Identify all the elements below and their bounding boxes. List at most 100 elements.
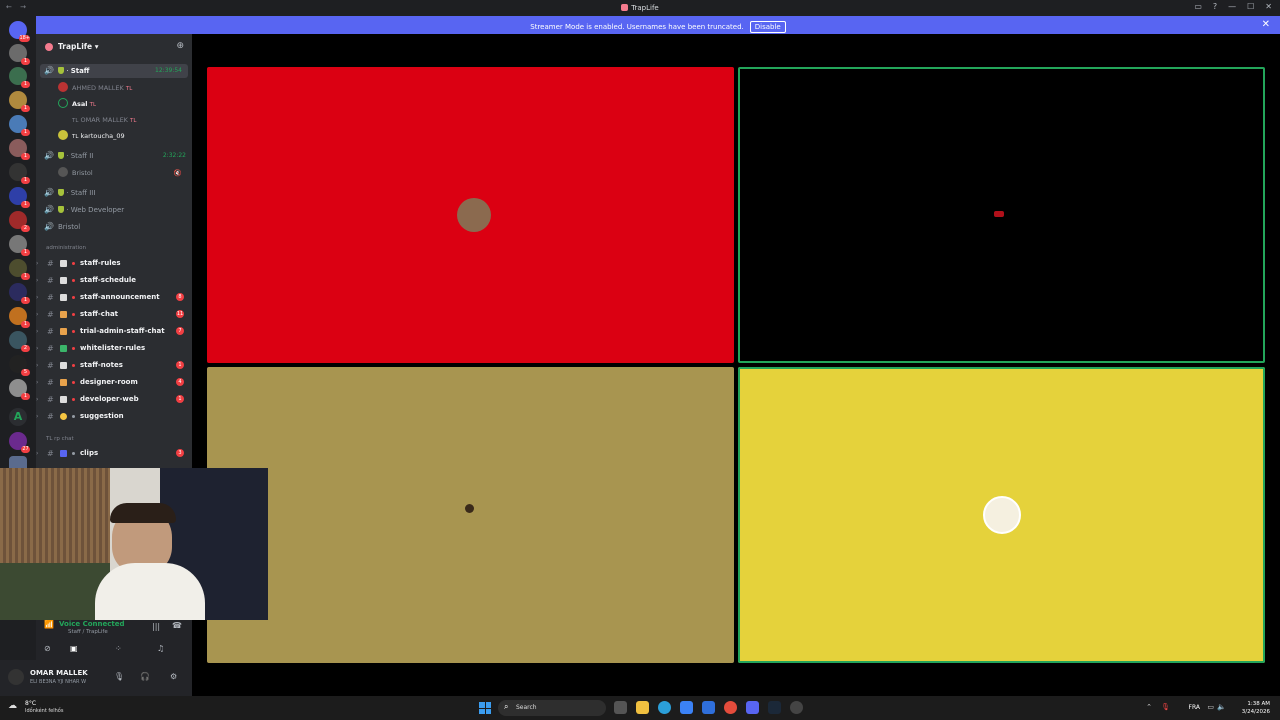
taskbar-search[interactable]: ⌕ Search <box>498 700 606 716</box>
app-icon[interactable] <box>790 701 803 714</box>
close-window-button[interactable]: ✕ <box>1265 2 1272 11</box>
category-rp-chat[interactable]: TL rp chat <box>46 436 74 442</box>
screen-share-icon[interactable]: ▣ <box>70 644 78 653</box>
help-icon[interactable]: ? <box>1213 2 1217 11</box>
text-channel[interactable]: › # staff-rules <box>36 255 192 272</box>
server-badge: 1 <box>21 249 30 256</box>
voice-member[interactable]: TL OMAR MALLEK TL <box>58 112 188 128</box>
headphones-icon[interactable]: 🎧 <box>140 672 150 681</box>
participant-tile[interactable] <box>207 67 734 363</box>
member-tag: TL <box>130 118 137 124</box>
hash-icon: # <box>47 395 54 404</box>
edge-icon[interactable] <box>658 701 671 714</box>
voice-member[interactable]: AHMED MALLEK TL <box>58 80 188 96</box>
voice-channel-web-developer[interactable]: 🔊 · Web Developer <box>36 203 192 217</box>
server-icon[interactable]: 1 <box>9 163 30 184</box>
server-icon[interactable]: 1 <box>9 379 30 400</box>
server-icon[interactable]: 2 <box>9 331 30 352</box>
server-icon[interactable]: 1 <box>9 187 30 208</box>
voice-channel-staff[interactable]: 🔊 · Staff 12:39:54 <box>40 64 188 78</box>
maximize-button[interactable]: ☐ <box>1247 2 1254 11</box>
avatar[interactable] <box>8 669 24 685</box>
text-channel[interactable]: › # staff-announcement 8 <box>36 289 192 306</box>
server-icon[interactable]: 27 <box>9 432 30 453</box>
add-member-icon[interactable]: ⊕ <box>176 41 184 51</box>
text-channel[interactable]: › # staff-chat 11 <box>36 306 192 323</box>
file-explorer-icon[interactable] <box>636 701 649 714</box>
server-icon[interactable]: 1 <box>9 259 30 280</box>
avatar <box>58 167 68 177</box>
chrome-icon[interactable] <box>724 701 737 714</box>
server-badge: 1 <box>21 273 30 280</box>
voice-status[interactable]: Voice Connected <box>59 620 125 628</box>
category-administration[interactable]: administration <box>46 245 86 251</box>
server-icon[interactable]: 1 <box>9 235 30 256</box>
disable-streamer-mode-button[interactable]: Disable <box>749 21 786 33</box>
server-icon-letter[interactable]: A <box>9 408 27 426</box>
username[interactable]: OMAR MALLEK <box>30 669 88 677</box>
disconnect-icon[interactable]: ☎ <box>172 621 182 630</box>
avatar <box>58 114 68 124</box>
task-view-icon[interactable] <box>614 701 627 714</box>
soundboard-icon[interactable]: ♫ <box>157 644 164 653</box>
chevron-up-icon[interactable]: ⌃ <box>1146 703 1152 711</box>
server-icon[interactable]: 2 <box>9 211 30 232</box>
steam-icon[interactable] <box>768 701 781 714</box>
voice-member[interactable]: Bristol 🔇 <box>58 165 188 181</box>
channel-name: suggestion <box>80 412 124 420</box>
hash-icon: # <box>47 449 54 458</box>
voice-channel-staff-ii[interactable]: 🔊 · Staff II 2:32:22 <box>36 149 192 163</box>
speaker-icon: 🔊 <box>44 188 54 197</box>
server-badge: 1 <box>21 58 30 65</box>
voice-member[interactable]: Asal TL <box>58 96 188 112</box>
text-channel[interactable]: › # trial-admin-staff-chat 7 <box>36 323 192 340</box>
text-channel[interactable]: › # staff-schedule <box>36 272 192 289</box>
server-icon[interactable]: 1 <box>9 44 30 65</box>
channel-name: clips <box>80 449 99 457</box>
language-indicator[interactable]: FRA <box>1189 704 1200 711</box>
text-channel[interactable]: › # suggestion <box>36 408 192 425</box>
voice-member[interactable]: TL kartoucha_09 <box>58 128 188 144</box>
activities-icon[interactable]: ⁘ <box>115 644 122 653</box>
clock[interactable]: 1:38 AM 3/24/2026 <box>1242 700 1270 716</box>
store-icon[interactable] <box>680 701 693 714</box>
server-icon[interactable]: 1 <box>9 283 30 304</box>
volume-icon[interactable]: 🔈 <box>1217 703 1226 711</box>
direct-messages-icon[interactable]: 18+ <box>9 21 30 42</box>
text-channel[interactable]: › # designer-room 4 <box>36 374 192 391</box>
participant-tile[interactable] <box>207 367 734 663</box>
server-header[interactable]: TrapLife ▾ ⊕ <box>36 34 192 60</box>
noise-suppression-icon[interactable]: ||| <box>152 622 160 631</box>
participant-tile[interactable] <box>738 67 1265 363</box>
server-badge: 1 <box>21 321 30 328</box>
server-icon[interactable]: 1 <box>9 307 30 328</box>
text-channel[interactable]: › # staff-notes 1 <box>36 357 192 374</box>
search-label: Search <box>516 704 537 711</box>
avatar <box>58 82 68 92</box>
voice-location[interactable]: Staff / TrapLife <box>68 629 108 635</box>
close-banner-icon[interactable]: ✕ <box>1262 19 1270 30</box>
microphone-tray-icon[interactable]: 🎙 <box>1161 703 1170 711</box>
voice-channel-bristol[interactable]: 🔊 Bristol <box>36 220 192 234</box>
network-icon[interactable]: ▭ <box>1207 703 1214 711</box>
microphone-icon[interactable]: 🎙 <box>114 672 124 681</box>
minimize-button[interactable]: — <box>1228 2 1236 11</box>
server-icon[interactable]: 1 <box>9 139 30 160</box>
server-icon[interactable]: 1 <box>9 91 30 112</box>
inbox-icon[interactable]: ▭ <box>1194 2 1202 11</box>
text-channel[interactable]: › # clips 3 <box>36 445 192 462</box>
voice-channel-staff-iii[interactable]: 🔊 · Staff III <box>36 186 192 200</box>
discord-icon[interactable] <box>746 701 759 714</box>
server-icon[interactable]: 1 <box>9 67 30 88</box>
windows-start-icon[interactable] <box>479 702 491 714</box>
settings-gear-icon[interactable]: ⚙ <box>170 672 177 681</box>
text-channel[interactable]: › # whitelister-rules <box>36 340 192 357</box>
server-icon[interactable]: 5 <box>9 355 30 376</box>
channel-name: staff-rules <box>80 259 121 267</box>
server-icon[interactable]: 1 <box>9 115 30 136</box>
app-icon[interactable] <box>702 701 715 714</box>
participant-tile[interactable] <box>738 367 1265 663</box>
text-channel[interactable]: › # developer-web 1 <box>36 391 192 408</box>
camera-off-icon[interactable]: ⊘ <box>44 644 51 653</box>
user-panel: OMAR MALLEK ELI BE3NA YJI NHAR W 🎙 🎧 ⚙ <box>0 660 192 696</box>
